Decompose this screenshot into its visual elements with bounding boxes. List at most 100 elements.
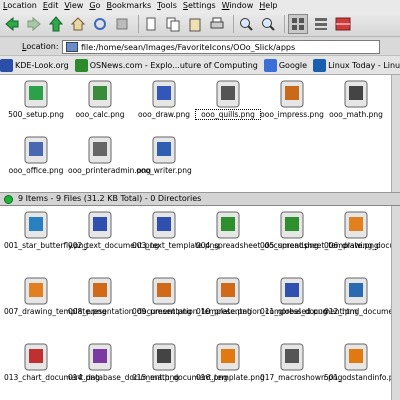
menu-go[interactable]: Go xyxy=(86,0,103,11)
file-item[interactable]: 003_text_template.png xyxy=(132,210,220,250)
back-button[interactable] xyxy=(3,15,21,33)
back-arrow-icon xyxy=(5,16,19,31)
quills-icon xyxy=(213,79,243,109)
copy-button[interactable] xyxy=(164,15,182,33)
file-item[interactable]: ooo_quills.png xyxy=(195,79,261,120)
file-item[interactable]: ooo_printeradmin.png xyxy=(68,135,151,175)
bottom-scrollbar[interactable] xyxy=(391,206,400,400)
file-item[interactable]: 009_presentation_template.png xyxy=(132,276,252,316)
file-item[interactable]: 011_global_document.png xyxy=(260,276,359,316)
file-item[interactable]: 012_html_document.png xyxy=(324,276,400,316)
location-bar: Location: file:/home/sean/Images/Favorit… xyxy=(0,38,400,56)
butterfly-icon xyxy=(21,210,51,240)
presentation-compressed-icon xyxy=(213,276,243,306)
print-button[interactable] xyxy=(208,15,226,33)
file-name: 501_odstandinfo.png xyxy=(324,373,400,382)
detailed-list-view-button[interactable] xyxy=(312,15,330,33)
file-name: ooo_math.png xyxy=(329,110,383,119)
file-item[interactable]: 008_presentation_document.png xyxy=(68,276,192,316)
status-text: 9 Items - 9 Files (31.2 KB Total) - 0 Di… xyxy=(18,194,202,203)
menu-settings[interactable]: Settings xyxy=(180,0,219,11)
file-name: 006_drawing_document.png xyxy=(324,241,400,250)
file-item[interactable]: ooo_calc.png xyxy=(68,79,132,119)
icon-view-button[interactable] xyxy=(288,13,308,34)
split-view-button[interactable] xyxy=(334,15,352,33)
file-item[interactable]: 500_setup.png xyxy=(4,79,68,119)
menu-edit[interactable]: Edit xyxy=(40,0,62,11)
bookmark-label: Linux Today - Linu... xyxy=(328,60,400,70)
bookmark-item[interactable]: Google xyxy=(263,58,307,72)
macroshown-icon xyxy=(277,342,307,372)
file-item[interactable]: 001_star_butterfly.png xyxy=(4,210,89,250)
forward-button[interactable] xyxy=(25,15,43,33)
file-item[interactable]: 013_chart_document.png xyxy=(4,342,100,382)
stop-button[interactable] xyxy=(113,15,131,33)
zoom-in-icon xyxy=(240,17,253,31)
top-scrollbar[interactable] xyxy=(391,75,400,192)
file-item[interactable]: ooo_impress.png xyxy=(260,79,324,119)
file-item[interactable]: 010_presentation_compressed.png xyxy=(196,276,327,316)
file-item[interactable]: ooo_draw.png xyxy=(132,79,196,119)
zoom-out-icon xyxy=(262,17,275,31)
menu-view[interactable]: View xyxy=(61,0,86,11)
forward-arrow-icon xyxy=(27,16,41,31)
menu-tools[interactable]: Tools xyxy=(154,0,180,11)
cut-icon xyxy=(146,17,156,30)
toolbar-separator xyxy=(233,14,234,33)
file-name: ooo_office.png xyxy=(8,166,64,175)
file-name: 012_html_document.png xyxy=(324,307,400,316)
zoom-out-button[interactable] xyxy=(259,15,277,33)
file-item[interactable]: 005_spreadsheet_template.png xyxy=(260,210,379,250)
file-item[interactable]: 014_database_document.png xyxy=(68,342,179,382)
impress-icon xyxy=(277,79,307,109)
office-icon xyxy=(21,135,51,165)
split-view-icon xyxy=(335,17,351,30)
html-document-icon xyxy=(341,276,371,306)
file-name: 001_star_butterfly.png xyxy=(4,241,89,250)
bookmark-favicon-icon xyxy=(0,58,13,72)
icon-view-icon xyxy=(292,17,304,30)
file-item[interactable]: 016_template.png xyxy=(196,342,265,382)
file-item[interactable]: 007_drawing_template.png xyxy=(4,276,107,316)
cut-button[interactable] xyxy=(142,15,160,33)
drawing-document-icon xyxy=(341,210,371,240)
file-name: 008_presentation_document.png xyxy=(68,307,192,316)
file-item[interactable]: 501_odstandinfo.png xyxy=(324,342,400,382)
file-item[interactable]: ooo_office.png xyxy=(4,135,68,175)
bookmark-item[interactable]: KDE-Look.org xyxy=(0,58,69,72)
location-input[interactable]: file:/home/sean/Images/FavoriteIcons/OOo… xyxy=(62,40,380,54)
list-view-icon xyxy=(315,17,327,30)
file-item[interactable]: 002_text_document.png xyxy=(68,210,159,250)
stop-icon xyxy=(116,18,128,29)
file-item[interactable]: 006_drawing_document.png xyxy=(324,210,400,250)
file-name: ooo_impress.png xyxy=(260,110,324,119)
zoom-in-button[interactable] xyxy=(237,15,255,33)
menu-bookmarks[interactable]: Bookmarks xyxy=(103,0,154,11)
menu-help[interactable]: Help xyxy=(256,0,280,11)
bookmark-item[interactable]: OSNews.com - Explo...uture of Computing xyxy=(74,58,258,72)
file-name: 003_text_template.png xyxy=(132,241,220,250)
text-template-icon xyxy=(149,210,179,240)
reload-button[interactable] xyxy=(91,15,109,33)
bookmark-favicon-icon xyxy=(313,58,327,72)
up-button[interactable] xyxy=(47,15,65,33)
presentation-document-icon xyxy=(85,276,115,306)
file-item[interactable]: 017_macroshown.png xyxy=(260,342,342,382)
file-item[interactable]: ooo_math.png xyxy=(324,79,388,119)
file-item[interactable]: ooo_writer.png xyxy=(132,135,196,175)
file-item[interactable]: 015_math_document.png xyxy=(132,342,228,382)
bookmark-item[interactable]: Linux Today - Linu... xyxy=(313,58,400,72)
toolbar-separator xyxy=(284,14,285,33)
file-item[interactable]: 004_spreadsheet_document.png xyxy=(196,210,319,250)
status-bar: 9 Items - 9 Files (31.2 KB Total) - 0 Di… xyxy=(0,193,400,206)
writer-icon xyxy=(149,135,179,165)
home-button[interactable] xyxy=(69,15,87,33)
file-name: 009_presentation_template.png xyxy=(132,307,252,316)
menu-window[interactable]: Window xyxy=(219,0,257,11)
bookmark-toolbar: KDE-Look.org OSNews.com - Explo...uture o… xyxy=(0,56,400,75)
template-icon xyxy=(213,342,243,372)
menu-location[interactable]: Location xyxy=(0,0,40,11)
paste-button[interactable] xyxy=(186,15,204,33)
spreadsheet-template-icon xyxy=(277,210,307,240)
draw-icon xyxy=(149,79,179,109)
